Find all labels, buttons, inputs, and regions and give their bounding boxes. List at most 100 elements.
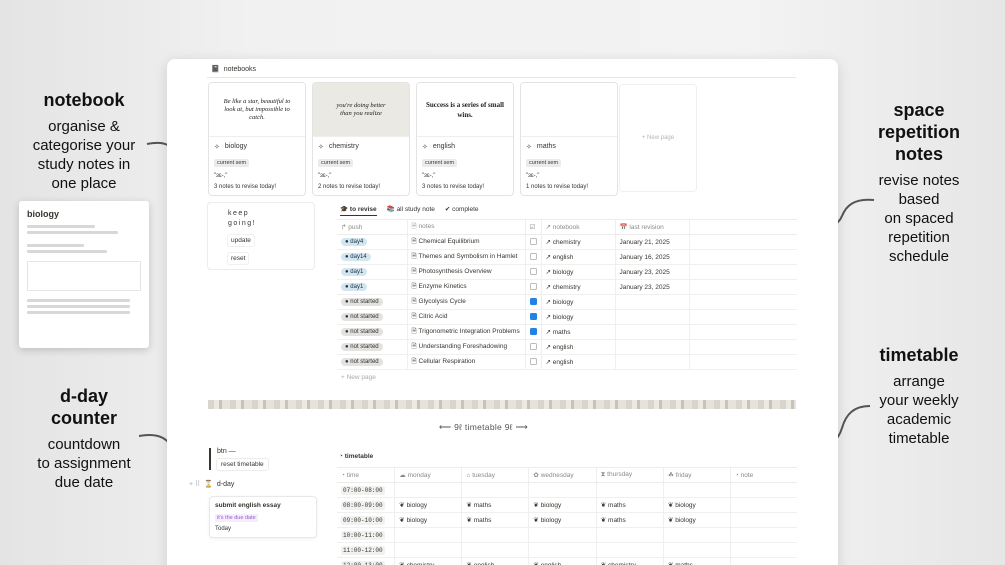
tab-all-study-note[interactable]: 📚 all study note — [387, 205, 435, 216]
notebook-cell[interactable]: ↗ english — [540, 354, 615, 370]
subject-cell[interactable] — [528, 542, 597, 558]
table-row[interactable]: ● day1 🗎 Photosynthesis Overview ↗ biology… — [337, 264, 797, 280]
col-notebook[interactable]: ↗ notebook — [540, 219, 615, 235]
subject-cell[interactable]: ❦ biology — [394, 512, 462, 528]
subject-cell[interactable] — [662, 542, 731, 558]
timetable-row[interactable]: 12:00-13:00❦ chemistry❦ english❦ english… — [337, 557, 797, 565]
subject-cell[interactable] — [662, 482, 731, 498]
checkbox-cell[interactable] — [524, 354, 541, 370]
subject-cell[interactable]: ❦ english — [528, 557, 597, 565]
note-cell[interactable]: 🗎 Glycolysis Cycle — [406, 294, 525, 310]
subject-cell[interactable]: ❦ biology — [528, 512, 597, 528]
checkbox-cell[interactable] — [524, 249, 541, 265]
notebook-cell[interactable]: ↗ english — [540, 249, 615, 265]
notebook-cell[interactable]: ↗ maths — [540, 324, 615, 340]
subject-cell[interactable]: ❦ maths — [461, 497, 529, 513]
subject-cell[interactable] — [528, 527, 597, 543]
subject-cell[interactable]: ❦ biology — [662, 497, 731, 513]
subject-cell[interactable] — [729, 557, 797, 565]
date-cell[interactable] — [614, 309, 689, 325]
subject-cell[interactable] — [394, 542, 462, 558]
subject-cell[interactable] — [595, 542, 664, 558]
subject-cell[interactable]: ❦ biology — [662, 512, 731, 528]
date-cell[interactable]: January 23, 2025 — [614, 279, 689, 295]
push-cell[interactable]: ● day4 — [337, 234, 407, 250]
push-cell[interactable]: ● not started — [337, 354, 407, 370]
push-cell[interactable]: ● not started — [337, 294, 407, 310]
checkbox-cell[interactable] — [524, 294, 541, 310]
timetable-col-1[interactable]: ☁ monday — [394, 467, 462, 483]
subject-cell[interactable]: ❦ maths — [595, 512, 664, 528]
note-cell[interactable]: 🗎 Photosynthesis Overview — [406, 264, 525, 280]
note-cell[interactable]: 🗎 Cellular Respiration — [406, 354, 525, 370]
subject-cell[interactable] — [394, 482, 462, 498]
note-cell[interactable]: 🗎 Themes and Symbolism in Hamlet — [406, 249, 525, 265]
subject-cell[interactable] — [595, 527, 664, 543]
done-checkbox[interactable] — [529, 343, 537, 351]
done-checkbox[interactable] — [529, 283, 537, 291]
new-row-button[interactable]: + New page — [337, 370, 797, 385]
checkbox-cell[interactable] — [524, 309, 541, 325]
done-checkbox[interactable] — [529, 268, 537, 276]
subject-cell[interactable] — [595, 482, 664, 498]
done-checkbox[interactable] — [529, 313, 537, 321]
table-row[interactable]: ● not started 🗎 Understanding Foreshadowi… — [337, 339, 797, 355]
note-cell[interactable]: 🗎 Citric Acid — [406, 309, 525, 325]
subject-cell[interactable]: ❦ biology — [528, 497, 597, 513]
subject-cell[interactable]: ❦ chemistry — [595, 557, 664, 565]
notebook-card-chemistry[interactable]: you're doing better than you realize ✧ ch… — [312, 82, 410, 196]
date-cell[interactable] — [614, 294, 689, 310]
time-cell[interactable]: 12:00-13:00 — [337, 557, 395, 565]
notebook-cell[interactable]: ↗ biology — [540, 264, 615, 280]
col-notes[interactable]: 🗎 notes — [406, 219, 525, 235]
subject-cell[interactable] — [461, 482, 529, 498]
time-cell[interactable]: 07:00-08:00 — [337, 482, 395, 498]
subject-cell[interactable] — [662, 527, 731, 543]
table-row[interactable]: ● not started 🗎 Cellular Respiration ↗ eng… — [337, 354, 797, 370]
time-cell[interactable]: 10:00-11:00 — [337, 527, 395, 543]
note-cell[interactable]: 🗎 Trigonometric Integration Problems — [406, 324, 525, 340]
note-cell[interactable]: 🗎 Understanding Foreshadowing — [406, 339, 525, 355]
subject-cell[interactable]: ❦ maths — [662, 557, 731, 565]
notebook-card-maths[interactable]: ✧ maths current sem "ɜɛ-," 1 notes to rev… — [520, 82, 618, 196]
tab-to-revise[interactable]: 🎓 to revise — [340, 205, 377, 216]
table-row[interactable]: ● not started 🗎 Trigonometric Integration… — [337, 324, 797, 340]
reset-timetable-button[interactable]: reset timetable — [217, 459, 268, 470]
date-cell[interactable] — [614, 339, 689, 355]
timetable-row[interactable]: 07:00-08:00 — [337, 482, 797, 498]
timetable-row[interactable]: 08:00-09:00 ❦ biology ❦ maths ❦ biology ❦ ma… — [337, 497, 797, 513]
timetable-row[interactable]: 09:00-10:00 ❦ biology ❦ maths ❦ biology ❦ ma… — [337, 512, 797, 528]
date-cell[interactable] — [614, 324, 689, 340]
push-cell[interactable]: ● not started — [337, 324, 407, 340]
push-cell[interactable]: ● not started — [337, 309, 407, 325]
add-drag-icon[interactable]: + ⠿ — [189, 480, 200, 488]
subject-cell[interactable] — [729, 527, 797, 543]
checkbox-cell[interactable] — [524, 324, 541, 340]
checkbox-cell[interactable] — [524, 279, 541, 295]
push-cell[interactable]: ● not started — [337, 339, 407, 355]
table-row[interactable]: ● day1 🗎 Enzyme Kinetics ↗ chemistry Januar… — [337, 279, 797, 295]
time-cell[interactable]: 08:00-09:00 — [337, 497, 395, 513]
checkbox-cell[interactable] — [524, 234, 541, 250]
subject-cell[interactable] — [394, 527, 462, 543]
done-checkbox[interactable] — [529, 253, 537, 261]
date-cell[interactable]: January 21, 2025 — [614, 234, 689, 250]
time-cell[interactable]: 09:00-10:00 — [337, 512, 395, 528]
timetable-col-2[interactable]: ⌂ tuesday — [461, 467, 529, 483]
reset-button[interactable]: reset — [228, 253, 249, 264]
done-checkbox[interactable] — [529, 238, 537, 246]
date-cell[interactable] — [614, 354, 689, 370]
col-push[interactable]: ↱ push — [337, 219, 407, 235]
timetable-col-4[interactable]: ⧗ thursday — [595, 467, 664, 483]
subject-cell[interactable] — [729, 497, 797, 513]
date-cell[interactable]: January 16, 2025 — [614, 249, 689, 265]
notebook-cell[interactable]: ↗ chemistry — [540, 234, 615, 250]
table-row[interactable]: ● day4 🗎 Chemical Equilibrium ↗ chemistry J… — [337, 234, 797, 250]
checkbox-cell[interactable] — [524, 264, 541, 280]
timetable-col-6[interactable]: ◔ note — [729, 467, 797, 483]
table-row[interactable]: ● not started 🗎 Glycolysis Cycle ↗ biology — [337, 294, 797, 310]
note-cell[interactable]: 🗎 Chemical Equilibrium — [406, 234, 525, 250]
new-page-button[interactable]: + New page — [619, 84, 697, 192]
timetable-row[interactable]: 11:00-12:00 — [337, 542, 797, 558]
timetable-col-0[interactable]: ◔ time — [337, 467, 395, 483]
